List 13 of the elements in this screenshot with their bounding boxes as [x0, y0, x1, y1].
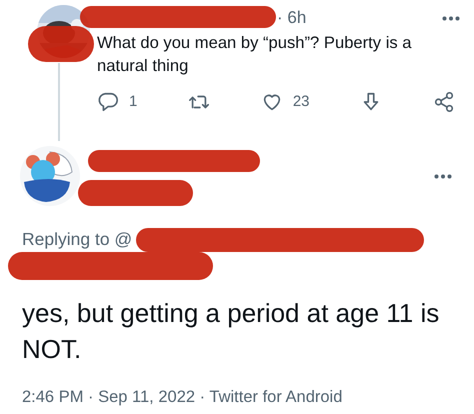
avatar-drawing [20, 146, 80, 206]
more-icon[interactable] [442, 16, 460, 20]
like-button[interactable]: 23 [260, 91, 310, 114]
tweet-time: · 6h [277, 7, 306, 30]
share-button[interactable] [432, 91, 455, 114]
tweet-text: yes, but getting a period at age 11 is NOT. [22, 297, 440, 366]
replying-to-label: Replying to @ [22, 228, 132, 251]
tweet-timestamp: 2:46 PM · Sep 11, 2022 · Twitter for Android [22, 387, 344, 408]
more-icon[interactable] [434, 174, 452, 178]
reply-button[interactable]: 1 [97, 91, 138, 114]
tweet-text: What do you mean by “push”? Puberty is a natural thing [97, 32, 413, 77]
share-icon [432, 91, 455, 114]
reply-icon [97, 91, 119, 114]
